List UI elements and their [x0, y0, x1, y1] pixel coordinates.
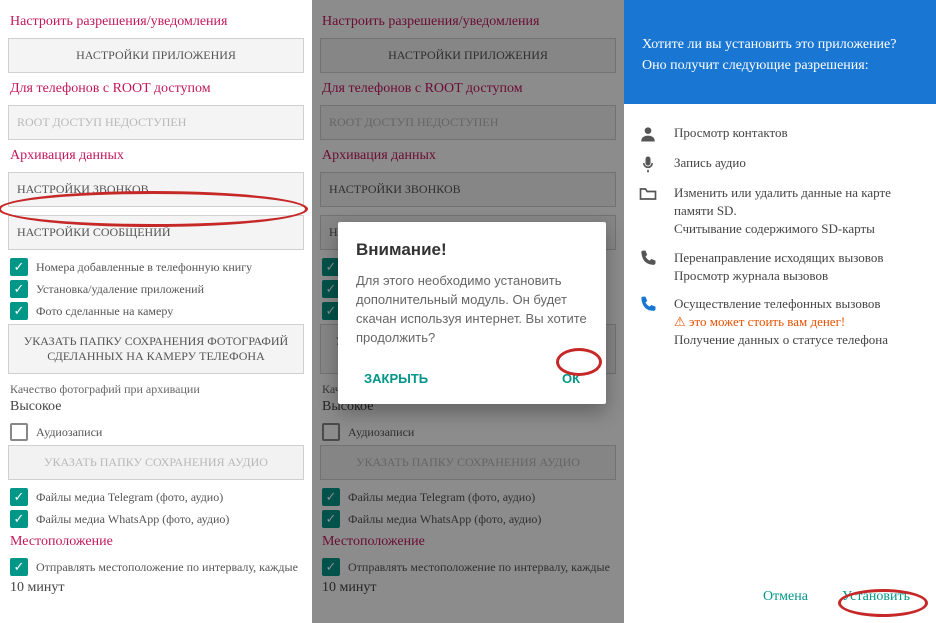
checkbox-telegram[interactable]: ✓ Файлы медиа Telegram (фото, аудио) [322, 488, 614, 506]
permission-contacts: Просмотр контактов [638, 124, 922, 144]
permission-call-log: Перенаправление исходящих вызововПросмот… [638, 249, 922, 285]
panel-install-prompt: Хотите ли вы установить это приложение? … [624, 0, 936, 623]
person-icon [638, 124, 660, 144]
checkbox-label: Аудиозаписи [36, 425, 102, 440]
section-archive-title: Архивация данных [10, 148, 302, 164]
folder-icon [638, 184, 660, 204]
confirm-dialog: Внимание! Для этого необходимо установит… [338, 222, 606, 404]
dialog-close-button[interactable]: ЗАКРЫТЬ [356, 365, 436, 392]
photo-quality-value[interactable]: Высокое [10, 399, 302, 415]
panel-settings-1: Настроить разрешения/уведомления НАСТРОЙ… [0, 0, 312, 623]
checkbox-whatsapp[interactable]: ✓ Файлы медиа WhatsApp (фото, аудио) [322, 510, 614, 528]
dialog-title: Внимание! [356, 240, 588, 260]
checkbox-label: Файлы медиа Telegram (фото, аудио) [36, 490, 223, 505]
checkbox-empty-icon: ✓ [10, 423, 28, 441]
audio-folder-button: УКАЗАТЬ ПАПКУ СОХРАНЕНИЯ АУДИО [320, 445, 616, 480]
photo-folder-button[interactable]: УКАЗАТЬ ПАПКУ СОХРАНЕНИЯ ФОТОГРАФИЙ СДЕЛ… [8, 324, 304, 374]
install-header: Хотите ли вы установить это приложение? … [624, 0, 936, 104]
permission-text: Просмотр контактов [674, 124, 922, 142]
permission-storage: Изменить или удалить данные на карте пам… [638, 184, 922, 239]
checkbox-audio[interactable]: ✓ Аудиозаписи [10, 423, 302, 441]
checkbox-location[interactable]: ✓ Отправлять местоположение по интервалу,… [10, 558, 302, 576]
permission-audio: Запись аудио [638, 154, 922, 174]
root-status-field: ROOT ДОСТУП НЕДОСТУПЕН [8, 105, 304, 140]
permission-text: Изменить или удалить данные на карте пам… [674, 184, 922, 239]
check-icon: ✓ [322, 488, 340, 506]
install-question: Хотите ли вы установить это приложение? … [642, 37, 896, 73]
checkbox-label: Файлы медиа WhatsApp (фото, аудио) [348, 512, 541, 527]
check-icon: ✓ [10, 280, 28, 298]
check-icon: ✓ [322, 510, 340, 528]
install-button[interactable]: Установить [834, 583, 918, 611]
location-interval-value[interactable]: 10 минут [10, 580, 302, 596]
location-interval-value[interactable]: 10 минут [322, 580, 614, 596]
dialog-ok-button[interactable]: ОК [554, 365, 588, 392]
permission-text: Перенаправление исходящих вызововПросмот… [674, 249, 922, 285]
check-icon: ✓ [10, 510, 28, 528]
check-icon: ✓ [10, 302, 28, 320]
call-settings-button[interactable]: НАСТРОЙКИ ЗВОНКОВ [320, 172, 616, 207]
dialog-actions: ЗАКРЫТЬ ОК [356, 365, 588, 392]
root-status-field: ROOT ДОСТУП НЕДОСТУПЕН [320, 105, 616, 140]
permission-text: Осуществление телефонных вызовов ⚠ это м… [674, 295, 922, 350]
check-icon: ✓ [10, 258, 28, 276]
app-settings-button[interactable]: НАСТРОЙКИ ПРИЛОЖЕНИЯ [8, 38, 304, 73]
message-settings-button[interactable]: НАСТРОЙКИ СООБЩЕНИЙ [8, 215, 304, 250]
checkbox-telegram[interactable]: ✓ Файлы медиа Telegram (фото, аудио) [10, 488, 302, 506]
checkbox-label: Установка/удаление приложений [36, 282, 204, 297]
checkbox-whatsapp[interactable]: ✓ Файлы медиа WhatsApp (фото, аудио) [10, 510, 302, 528]
checkbox-label: Отправлять местоположение по интервалу, … [348, 560, 610, 575]
install-footer: Отмена Установить [755, 583, 918, 611]
section-root-title: Для телефонов с ROOT доступом [322, 81, 614, 97]
call-settings-button[interactable]: НАСТРОЙКИ ЗВОНКОВ [8, 172, 304, 207]
check-icon: ✓ [10, 488, 28, 506]
warning-icon: ⚠ [674, 314, 689, 329]
app-settings-button[interactable]: НАСТРОЙКИ ПРИЛОЖЕНИЯ [320, 38, 616, 73]
checkbox-label: Файлы медиа Telegram (фото, аудио) [348, 490, 535, 505]
audio-folder-button: УКАЗАТЬ ПАПКУ СОХРАНЕНИЯ АУДИО [8, 445, 304, 480]
permissions-list: Просмотр контактов Запись аудио Изменить… [624, 104, 936, 370]
checkbox-camera-photos[interactable]: ✓ Фото сделанные на камеру [10, 302, 302, 320]
section-root-title: Для телефонов с ROOT доступом [10, 81, 302, 97]
panel-settings-2: Настроить разрешения/уведомления НАСТРОЙ… [312, 0, 624, 623]
phone-forward-icon [638, 249, 660, 269]
check-icon: ✓ [322, 558, 340, 576]
check-icon: ✓ [10, 558, 28, 576]
permission-phone-calls: Осуществление телефонных вызовов ⚠ это м… [638, 295, 922, 350]
checkbox-label: Фото сделанные на камеру [36, 304, 173, 319]
dialog-body: Для этого необходимо установить дополнит… [356, 272, 588, 347]
checkbox-label: Файлы медиа WhatsApp (фото, аудио) [36, 512, 229, 527]
checkbox-audio[interactable]: ✓ Аудиозаписи [322, 423, 614, 441]
cancel-button[interactable]: Отмена [755, 583, 816, 611]
section-archive-title: Архивация данных [322, 148, 614, 164]
checkbox-label: Отправлять местоположение по интервалу, … [36, 560, 298, 575]
permission-text: Запись аудио [674, 154, 922, 172]
checkbox-apps[interactable]: ✓ Установка/удаление приложений [10, 280, 302, 298]
section-permissions-title: Настроить разрешения/уведомления [322, 14, 614, 30]
photo-quality-label: Качество фотографий при архивации [10, 382, 302, 397]
checkbox-contacts[interactable]: ✓ Номера добавленные в телефонную книгу [10, 258, 302, 276]
phone-icon [638, 295, 660, 315]
checkbox-location[interactable]: ✓ Отправлять местоположение по интервалу,… [322, 558, 614, 576]
checkbox-label: Номера добавленные в телефонную книгу [36, 260, 252, 275]
section-location-title: Местоположение [322, 534, 614, 550]
checkbox-empty-icon: ✓ [322, 423, 340, 441]
section-location-title: Местоположение [10, 534, 302, 550]
mic-icon [638, 154, 660, 174]
section-permissions-title: Настроить разрешения/уведомления [10, 14, 302, 30]
checkbox-label: Аудиозаписи [348, 425, 414, 440]
